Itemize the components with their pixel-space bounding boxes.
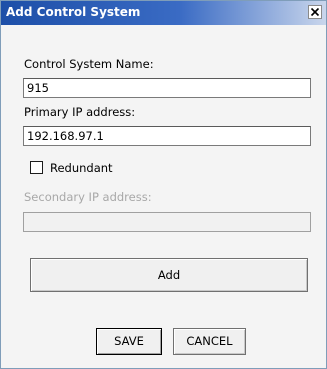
- close-icon: [310, 7, 320, 17]
- redundant-checkbox[interactable]: [30, 161, 43, 174]
- title-bar[interactable]: Add Control System: [1, 1, 326, 25]
- cancel-button[interactable]: CANCEL: [173, 328, 246, 355]
- add-button[interactable]: Add: [30, 258, 308, 292]
- secondary-ip-input[interactable]: [23, 212, 311, 232]
- add-control-system-dialog: Add Control System Control System Name: …: [0, 0, 327, 369]
- save-button[interactable]: SAVE: [96, 328, 162, 355]
- primary-ip-input[interactable]: [23, 126, 311, 146]
- primary-ip-label: Primary IP address:: [24, 105, 136, 119]
- secondary-ip-label: Secondary IP address:: [24, 190, 152, 204]
- close-button[interactable]: [308, 5, 322, 19]
- dialog-title: Add Control System: [6, 5, 141, 19]
- redundant-label: Redundant: [50, 161, 113, 175]
- control-system-name-input[interactable]: [23, 78, 311, 98]
- control-system-name-label: Control System Name:: [24, 57, 154, 71]
